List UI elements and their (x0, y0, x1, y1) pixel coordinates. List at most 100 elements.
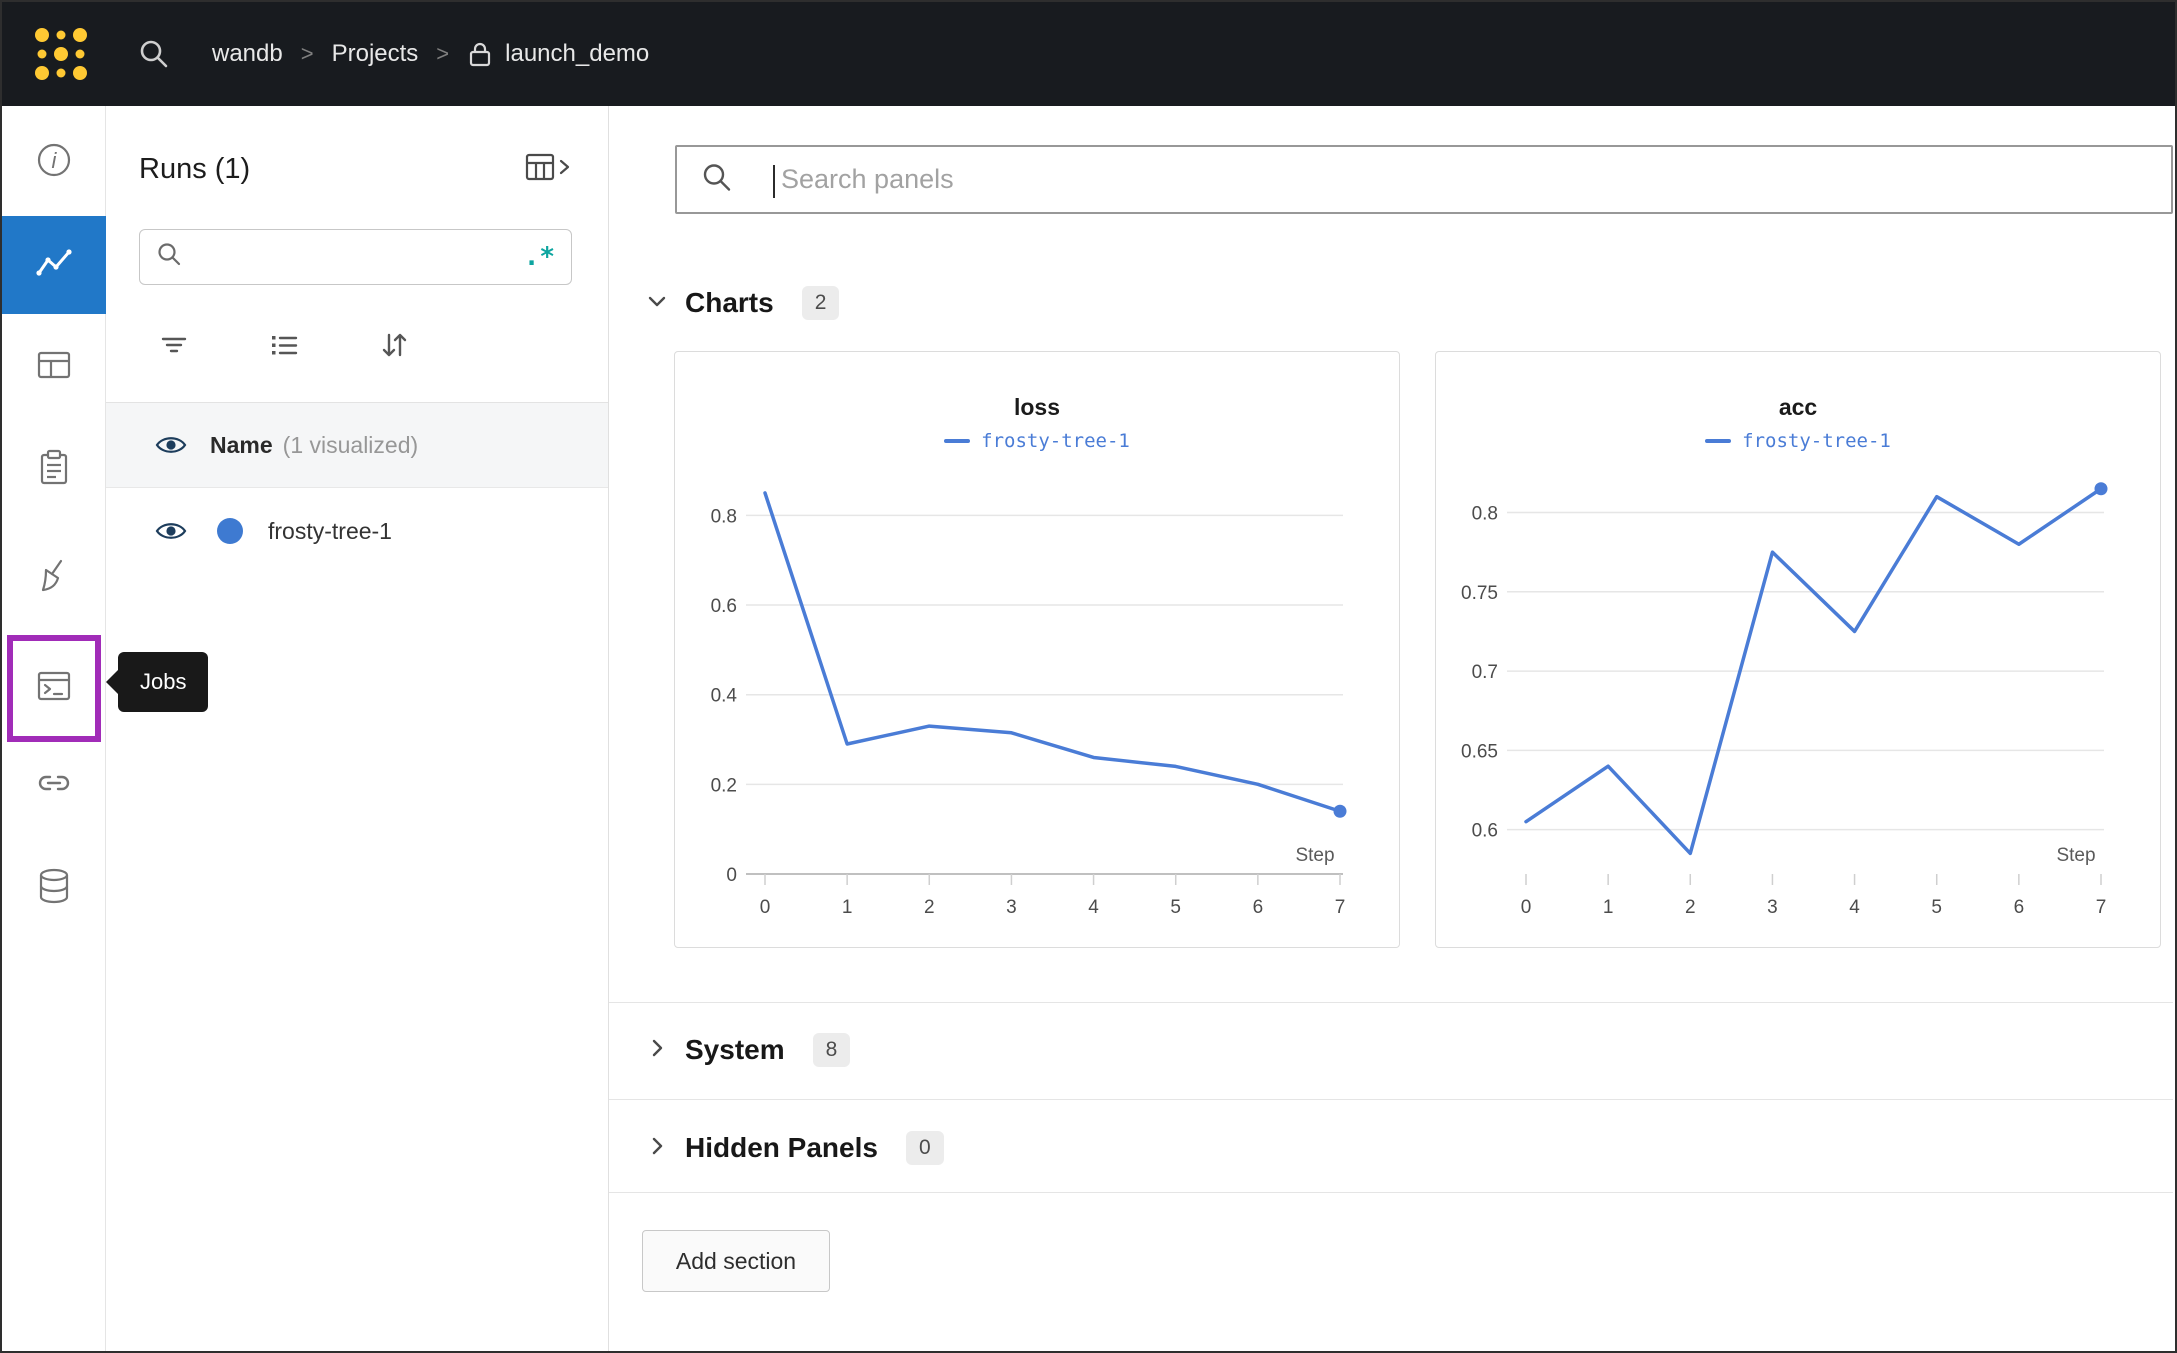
database-icon (33, 865, 75, 912)
top-navbar: wandb > Projects > launch_demo (2, 2, 2175, 106)
chevron-down-icon (645, 289, 669, 318)
runs-table-header-row[interactable]: Name (1 visualized) (106, 403, 608, 488)
svg-text:0: 0 (726, 865, 737, 886)
sidebar-item-logs[interactable] (2, 420, 106, 520)
info-icon: i (33, 139, 75, 186)
svg-text:4: 4 (1849, 897, 1860, 918)
runs-search-box: .* (139, 229, 572, 285)
runs-search-input[interactable] (195, 243, 524, 271)
acc-line-chart: 0.60.650.70.750.801234567Step (1436, 454, 2162, 924)
workspace-main: Charts 2 loss frosty-tree-1 00.20.40.60.… (609, 106, 2173, 1349)
table-icon (33, 344, 75, 391)
section-label: System (685, 1034, 785, 1066)
clipboard-icon (33, 447, 75, 494)
divider (609, 1192, 2173, 1193)
divider (609, 1002, 2173, 1003)
svg-text:i: i (52, 148, 58, 173)
terminal-jobs-icon (33, 665, 75, 712)
svg-text:0.75: 0.75 (1461, 583, 1498, 604)
svg-text:0.8: 0.8 (1472, 504, 1498, 525)
add-section-button[interactable]: Add section (642, 1230, 830, 1292)
lock-icon (467, 40, 493, 68)
svg-text:7: 7 (2096, 897, 2107, 918)
charts-row: loss frosty-tree-1 00.20.40.60.801234567… (674, 351, 2161, 948)
visualized-count-label: (1 visualized) (283, 432, 419, 459)
chevron-right-icon (645, 1036, 669, 1065)
section-count-badge: 0 (906, 1131, 944, 1165)
chevron-right-icon (645, 1134, 669, 1163)
sidebar-item-jobs[interactable] (7, 635, 101, 742)
svg-text:2: 2 (1685, 897, 1696, 918)
jobs-tooltip: Jobs (118, 652, 208, 712)
chart-panel-loss[interactable]: loss frosty-tree-1 00.20.40.60.801234567… (674, 351, 1400, 948)
search-panels-input[interactable] (677, 147, 2171, 212)
sidebar-item-automations[interactable] (2, 735, 106, 835)
left-sidebar: i (2, 106, 106, 1351)
chart-panel-acc[interactable]: acc frosty-tree-1 0.60.650.70.750.801234… (1435, 351, 2161, 948)
search-icon (156, 241, 183, 273)
jobs-tooltip-label: Jobs (140, 669, 186, 695)
legend-dash-icon (944, 439, 970, 443)
section-count-badge: 8 (813, 1033, 851, 1067)
filter-icon[interactable] (158, 329, 190, 361)
chart-title: acc (1436, 394, 2160, 421)
section-count-badge: 2 (802, 286, 840, 320)
svg-text:5: 5 (1931, 897, 1942, 918)
svg-text:6: 6 (1253, 897, 1264, 918)
svg-text:0.7: 0.7 (1472, 662, 1498, 683)
navbar-search-icon[interactable] (136, 36, 172, 72)
runs-panel: Runs (1) .* (106, 106, 609, 1351)
sidebar-item-workspace[interactable] (2, 216, 106, 314)
link-icon (32, 761, 76, 810)
svg-text:0.6: 0.6 (711, 596, 737, 617)
regex-toggle-icon[interactable]: .* (524, 247, 555, 267)
svg-text:0.4: 0.4 (711, 686, 738, 707)
breadcrumb: wandb > Projects > launch_demo (212, 40, 649, 68)
section-header-charts[interactable]: Charts 2 (609, 275, 839, 331)
section-header-system[interactable]: System 8 (609, 1022, 850, 1078)
svg-text:4: 4 (1088, 897, 1099, 918)
line-chart-icon (32, 241, 76, 290)
group-list-icon[interactable] (268, 329, 300, 361)
breadcrumb-project[interactable]: launch_demo (505, 40, 649, 68)
svg-text:Step: Step (2056, 845, 2095, 866)
svg-text:0: 0 (760, 897, 771, 918)
eye-visible-icon[interactable] (154, 433, 188, 457)
legend-run-name: frosty-tree-1 (981, 430, 1130, 452)
svg-text:Step: Step (1295, 845, 1334, 866)
run-name[interactable]: frosty-tree-1 (268, 518, 392, 545)
search-panels-box (675, 145, 2173, 214)
breadcrumb-projects[interactable]: Projects (332, 40, 419, 68)
svg-text:3: 3 (1767, 897, 1778, 918)
sidebar-item-sweeps[interactable] (2, 528, 106, 628)
expand-table-icon[interactable] (524, 150, 572, 189)
run-color-dot (217, 518, 243, 544)
eye-visible-icon[interactable] (154, 519, 188, 543)
svg-text:2: 2 (924, 897, 935, 918)
sort-icon[interactable] (378, 329, 410, 361)
breadcrumb-org[interactable]: wandb (212, 40, 283, 68)
section-label: Charts (685, 287, 774, 319)
svg-text:0.6: 0.6 (1472, 821, 1498, 842)
run-row[interactable]: frosty-tree-1 (106, 488, 608, 574)
svg-text:5: 5 (1170, 897, 1181, 918)
svg-text:7: 7 (1335, 897, 1346, 918)
divider (609, 1099, 2173, 1100)
legend-run-name: frosty-tree-1 (1742, 430, 1891, 452)
svg-text:0.2: 0.2 (711, 775, 737, 796)
column-name-label: Name (210, 432, 273, 459)
sidebar-item-artifacts[interactable] (2, 838, 106, 938)
section-header-hidden-panels[interactable]: Hidden Panels 0 (609, 1120, 944, 1176)
wandb-logo-icon[interactable] (28, 21, 94, 87)
sidebar-item-overview[interactable]: i (2, 112, 106, 212)
svg-text:0.8: 0.8 (711, 506, 737, 527)
app-window: wandb > Projects > launch_demo i (0, 0, 2177, 1353)
breadcrumb-separator: > (301, 41, 314, 67)
runs-panel-title: Runs (1) (139, 153, 250, 186)
sidebar-item-table[interactable] (2, 317, 106, 417)
svg-text:1: 1 (842, 897, 853, 918)
section-label: Hidden Panels (685, 1132, 878, 1164)
breadcrumb-separator: > (436, 41, 449, 67)
svg-text:0.65: 0.65 (1461, 741, 1498, 762)
svg-text:0: 0 (1521, 897, 1532, 918)
